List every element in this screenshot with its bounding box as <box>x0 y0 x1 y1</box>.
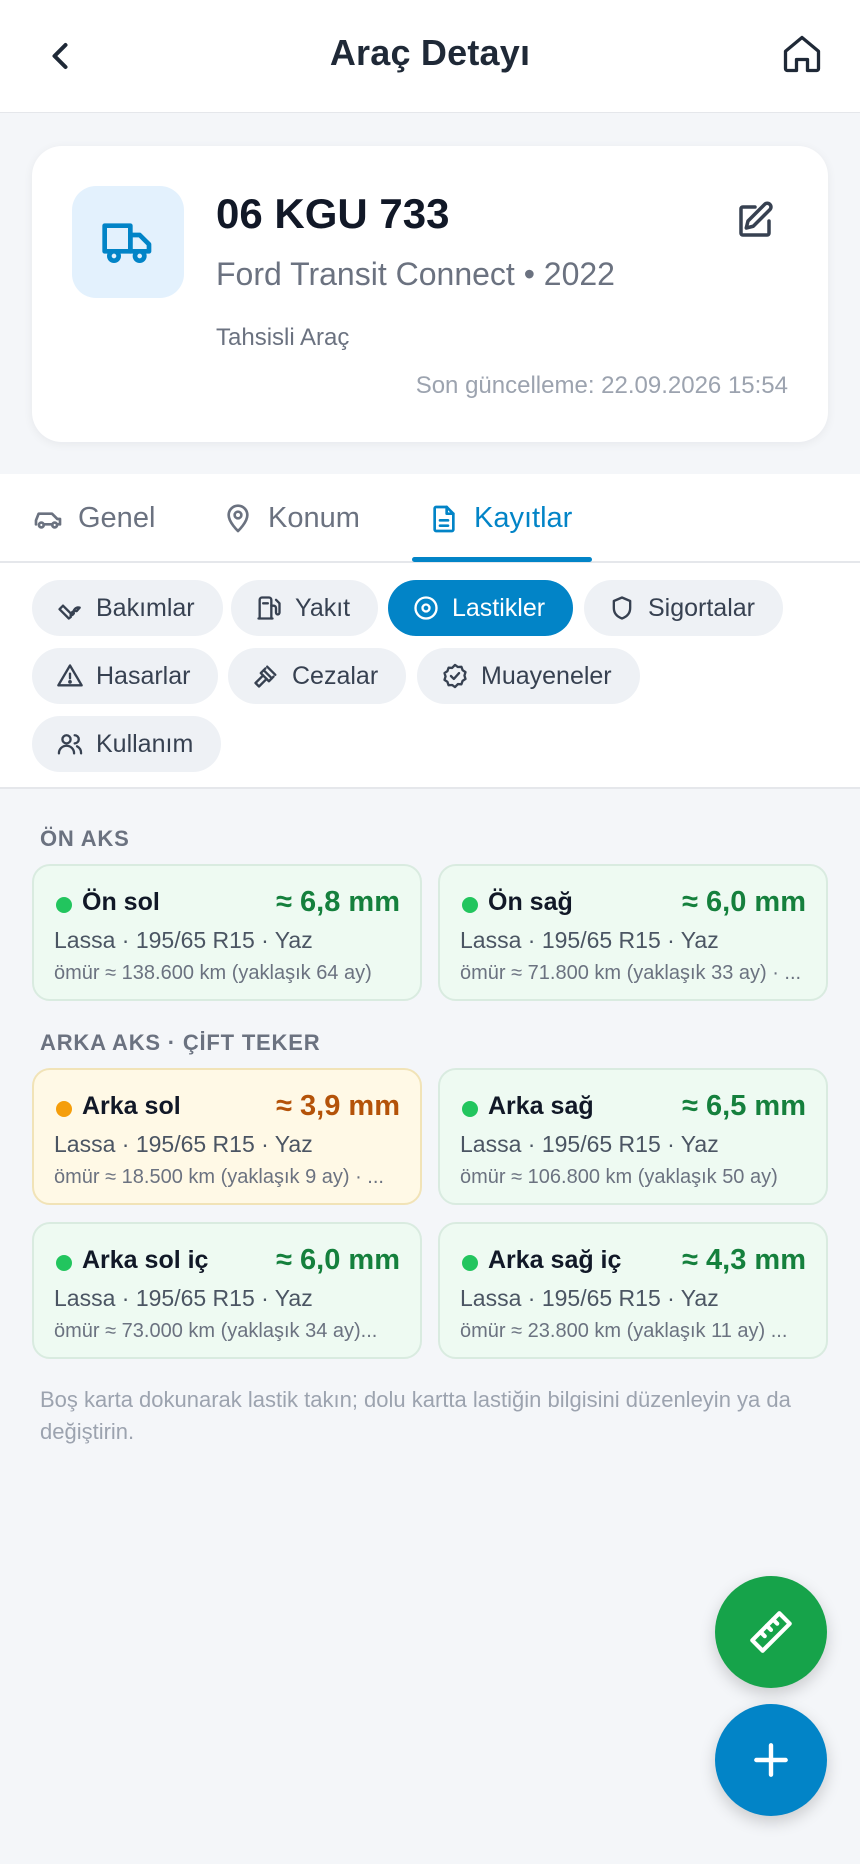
chip-muayeneler[interactable]: Muayeneler <box>417 648 640 704</box>
map-pin-icon <box>227 503 249 532</box>
chip-bakimlar[interactable]: Bakımlar <box>32 580 223 636</box>
tread-depth: ≈ 6,8 mm <box>276 886 400 918</box>
status-dot <box>462 897 478 913</box>
tread-depth: ≈ 4,3 mm <box>682 1244 806 1276</box>
chip-label: Hasarlar <box>96 661 191 690</box>
vehicle-avatar <box>72 186 184 298</box>
chip-label: Bakımlar <box>96 593 195 622</box>
tire-life: ömür ≈ 71.800 km (yaklaşık 33 ay) · ... <box>460 962 802 984</box>
chip-kullanim[interactable]: Kullanım <box>32 716 222 772</box>
tire-life: ömür ≈ 73.000 km (yaklaşık 34 ay)... <box>54 1320 378 1342</box>
plus-icon <box>754 1743 788 1777</box>
chip-sigortalar[interactable]: Sigortalar <box>584 580 783 636</box>
tire-position: Arka sağ <box>488 1092 594 1120</box>
fuel-icon <box>257 596 281 620</box>
vehicle-card: 06 KGU 733 Ford Transit Connect • 2022 T… <box>32 146 828 442</box>
chip-label: Yakıt <box>295 593 351 622</box>
tread-depth: ≈ 6,5 mm <box>682 1090 806 1122</box>
active-tab-indicator <box>412 557 592 562</box>
chip-yakit[interactable]: Yakıt <box>231 580 379 636</box>
tire-life: ömür ≈ 106.800 km (yaklaşık 50 ay) <box>460 1166 778 1188</box>
tire-position: Arka sağ iç <box>488 1246 622 1274</box>
chip-lastikler[interactable]: Lastikler <box>388 580 574 636</box>
ruler-icon <box>750 1611 792 1653</box>
tire-card-arka-sag-ic[interactable]: Arka sağ iç ≈ 4,3 mm Lassa · 195/65 R15 … <box>438 1222 828 1359</box>
users-icon <box>57 734 83 755</box>
home-icon[interactable] <box>780 32 824 76</box>
tab-kayitlar[interactable]: Kayıtlar <box>428 474 572 563</box>
last-updated: Son güncelleme: 22.09.2026 15:54 <box>415 372 788 399</box>
edit-icon[interactable] <box>734 200 776 242</box>
tire-card-arka-sag[interactable]: Arka sağ ≈ 6,5 mm Lassa · 195/65 R15 · Y… <box>438 1068 828 1205</box>
status-dot <box>56 897 72 913</box>
tire-position: Ön sol <box>82 888 160 916</box>
shield-icon <box>612 596 632 620</box>
tire-spec: Lassa · 195/65 R15 · Yaz <box>460 1131 719 1157</box>
truck-icon <box>102 223 152 263</box>
chip-label: Cezalar <box>292 661 379 690</box>
tab-bar: Genel Konum Kayıtlar <box>0 474 860 563</box>
chip-hasarlar[interactable]: Hasarlar <box>32 648 219 704</box>
tread-depth: ≈ 6,0 mm <box>682 886 806 918</box>
status-dot <box>462 1255 478 1271</box>
helper-text: Boş karta dokunarak lastik takın; dolu k… <box>40 1387 791 1444</box>
vehicle-plate: 06 KGU 733 <box>216 190 450 237</box>
tire-spec: Lassa · 195/65 R15 · Yaz <box>460 1285 719 1311</box>
section-label-on-aks: ÖN AKS <box>40 826 130 851</box>
status-dot <box>56 1101 72 1117</box>
page-title: Araç Detayı <box>329 32 531 73</box>
tread-depth: ≈ 3,9 mm <box>276 1090 400 1122</box>
tab-label: Genel <box>78 502 156 534</box>
record-filter-chips: Bakımlar Yakıt Lastikler Sigortalar Hasa… <box>0 563 860 789</box>
status-dot <box>56 1255 72 1271</box>
tire-card-on-sag[interactable]: Ön sağ ≈ 6,0 mm Lassa · 195/65 R15 · Yaz… <box>438 864 828 1001</box>
gavel-icon <box>254 665 277 688</box>
tread-depth: ≈ 6,0 mm <box>276 1244 400 1276</box>
chip-label: Lastikler <box>452 593 546 622</box>
tire-card-arka-sol[interactable]: Arka sol ≈ 3,9 mm Lassa · 195/65 R15 · Y… <box>32 1068 422 1205</box>
tire-life: ömür ≈ 23.800 km (yaklaşık 11 ay) ... <box>460 1320 788 1342</box>
wrench-icon <box>58 604 81 620</box>
document-icon <box>433 505 455 532</box>
tire-life: ömür ≈ 138.600 km (yaklaşık 64 ay) <box>54 962 372 984</box>
tire-card-arka-sol-ic[interactable]: Arka sol iç ≈ 6,0 mm Lassa · 195/65 R15 … <box>32 1222 422 1359</box>
tire-spec: Lassa · 195/65 R15 · Yaz <box>54 1285 313 1311</box>
tab-konum[interactable]: Konum <box>222 474 360 563</box>
tire-icon <box>414 596 438 620</box>
chip-label: Kullanım <box>96 729 194 758</box>
badge-check-icon <box>443 663 467 689</box>
add-button[interactable] <box>715 1704 827 1816</box>
tire-spec: Lassa · 195/65 R15 · Yaz <box>54 1131 313 1157</box>
warning-icon <box>57 664 83 687</box>
section-label-arka-aks: ARKA AKS · ÇİFT TEKER <box>40 1030 321 1055</box>
tire-card-on-sol[interactable]: Ön sol ≈ 6,8 mm Lassa · 195/65 R15 · Yaz… <box>32 864 422 1001</box>
tire-position: Ön sağ <box>488 888 573 916</box>
tab-label: Konum <box>268 502 360 534</box>
tire-spec: Lassa · 195/65 R15 · Yaz <box>460 927 719 953</box>
tab-genel[interactable]: Genel <box>32 474 155 563</box>
car-icon <box>34 511 62 529</box>
tire-life: ömür ≈ 18.500 km (yaklaşık 9 ay) · ... <box>54 1166 384 1188</box>
measure-button[interactable] <box>715 1576 827 1688</box>
tire-position: Arka sol <box>82 1092 181 1120</box>
chip-label: Muayeneler <box>481 661 612 690</box>
tire-spec: Lassa · 195/65 R15 · Yaz <box>54 927 313 953</box>
vehicle-type: Tahsisli Araç <box>216 324 350 351</box>
chip-cezalar[interactable]: Cezalar <box>228 648 407 704</box>
app-header: Araç Detayı <box>0 0 860 113</box>
vehicle-model: Ford Transit Connect • 2022 <box>216 256 615 292</box>
tab-label: Kayıtlar <box>474 502 573 534</box>
tire-position: Arka sol iç <box>82 1246 209 1274</box>
status-dot <box>462 1101 478 1117</box>
chip-label: Sigortalar <box>648 593 755 622</box>
